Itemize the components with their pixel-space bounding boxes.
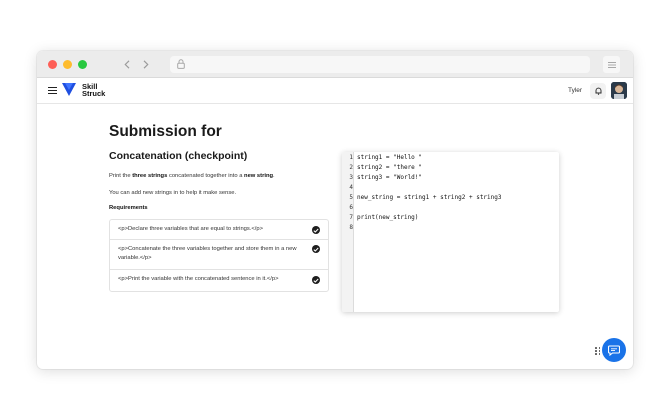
code-line[interactable]: string3 = "World!": [357, 174, 422, 181]
requirement-item: <p>Print the variable with the concatena…: [110, 270, 328, 291]
lock-icon: [177, 59, 185, 69]
requirement-text: <p>Concatenate the three variables toget…: [118, 246, 297, 261]
drag-grip-icon[interactable]: [595, 347, 601, 355]
chat-bubble-icon: [608, 344, 620, 356]
line-number: 2: [349, 164, 353, 171]
line-number: 5: [349, 194, 353, 201]
check-circle-icon: [312, 276, 320, 284]
instruction-part: .: [273, 173, 275, 179]
minimize-window-button[interactable]: [63, 60, 72, 69]
assignment-title: Concatenation (checkpoint): [109, 150, 248, 162]
code-line[interactable]: string2 = "there ": [357, 164, 422, 171]
chat-button[interactable]: [602, 338, 626, 362]
requirement-text: <p>Print the variable with the concatena…: [118, 276, 279, 282]
hamburger-menu-icon[interactable]: [48, 87, 57, 95]
code-editor[interactable]: 1 2 3 4 5 6 7 8 string1 = "Hello " strin…: [342, 152, 559, 312]
line-number: 6: [349, 204, 353, 211]
forward-button[interactable]: [138, 57, 154, 72]
check-circle-icon: [312, 245, 320, 253]
browser-window: Skill Struck Tyler Submission for Concat…: [37, 51, 633, 369]
instruction-part: Print the: [109, 173, 133, 179]
code-line[interactable]: string1 = "Hello ": [357, 154, 422, 161]
instruction-bold: three strings: [132, 173, 168, 179]
close-window-button[interactable]: [48, 60, 57, 69]
address-bar[interactable]: [170, 56, 590, 73]
requirements-list: <p>Declare three variables that are equa…: [109, 219, 329, 292]
requirement-text: <p>Declare three variables that are equa…: [118, 226, 264, 232]
avatar-image-icon: [611, 82, 627, 99]
instruction-hint: You can add new strings in to help it ma…: [109, 190, 237, 196]
list-menu-icon: [607, 61, 616, 68]
logo-text: Skill Struck: [82, 83, 106, 98]
notifications-button[interactable]: [590, 83, 606, 99]
line-number: 1: [349, 154, 353, 161]
browser-chrome: [37, 51, 633, 78]
requirements-heading: Requirements: [109, 205, 148, 211]
instruction-bold: new string: [244, 173, 274, 179]
maximize-window-button[interactable]: [78, 60, 87, 69]
page-title: Submission for: [109, 123, 222, 140]
code-line[interactable]: print(new_string): [357, 214, 418, 221]
logo-line2: Struck: [82, 89, 106, 98]
line-number: 7: [349, 214, 353, 221]
requirement-item: <p>Declare three variables that are equa…: [110, 220, 328, 240]
instruction-text: Print the three strings concatenated tog…: [109, 173, 275, 179]
chevron-right-icon: [143, 60, 149, 69]
instruction-part: concatenated together into a: [167, 173, 245, 179]
line-number: 3: [349, 174, 353, 181]
check-circle-icon: [312, 226, 320, 234]
app-header: Skill Struck Tyler: [37, 78, 633, 104]
bell-icon: [595, 87, 601, 95]
requirement-item: <p>Concatenate the three variables toget…: [110, 240, 328, 270]
line-number: 8: [349, 224, 353, 231]
username-label[interactable]: Tyler: [568, 87, 582, 94]
skillstruck-logo-icon[interactable]: [62, 82, 76, 97]
line-number-gutter: 1 2 3 4 5 6 7 8: [342, 152, 354, 312]
browser-menu-button[interactable]: [603, 56, 620, 73]
line-number: 4: [349, 184, 353, 191]
back-button[interactable]: [119, 57, 135, 72]
avatar[interactable]: [611, 82, 627, 99]
code-line[interactable]: new_string = string1 + string2 + string3: [357, 194, 502, 201]
chevron-left-icon: [124, 60, 130, 69]
